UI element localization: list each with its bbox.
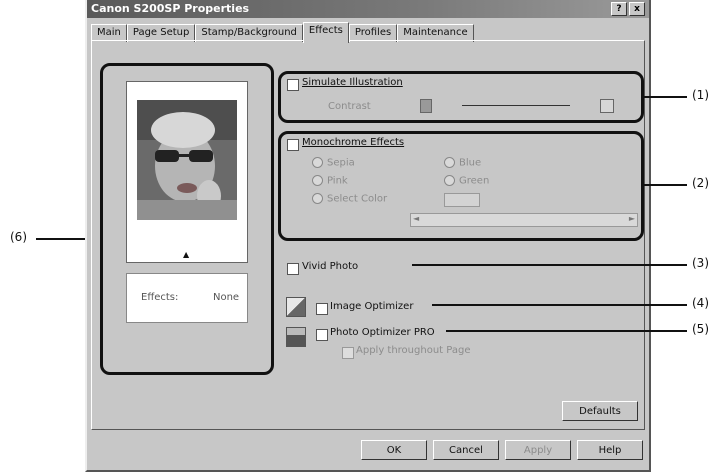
color-swatch xyxy=(444,193,480,207)
simulate-checkbox[interactable] xyxy=(287,79,299,91)
apply-page-checkbox[interactable] xyxy=(342,347,354,359)
optimizer-label: Image Optimizer xyxy=(330,301,414,312)
radio-green[interactable]: Green xyxy=(444,175,489,187)
callout-1-leader xyxy=(641,96,687,98)
monochrome-checkbox[interactable] xyxy=(287,139,299,151)
callout-4-leader xyxy=(432,304,687,306)
preview-caret-icon: ▲ xyxy=(183,250,190,259)
defaults-button[interactable]: Defaults xyxy=(562,401,638,421)
ok-button[interactable]: OK xyxy=(361,440,427,460)
callout-4-label: (4) xyxy=(692,296,709,310)
photo-optimizer-icon xyxy=(286,327,306,347)
tab-strip: Main Page Setup Stamp/Background Effects… xyxy=(91,22,474,43)
title-bar: Canon S200SP Properties ? x xyxy=(87,0,649,18)
cancel-button[interactable]: Cancel xyxy=(433,440,499,460)
callout-2-leader xyxy=(641,184,687,186)
contrast-slider[interactable] xyxy=(462,105,570,106)
callout-5-label: (5) xyxy=(692,322,709,336)
tab-effects[interactable]: Effects xyxy=(302,22,349,43)
effects-panel: ▲ Effects: None Simulate Illustration Co… xyxy=(91,40,645,430)
radio-pink[interactable]: Pink xyxy=(312,175,348,187)
vivid-checkbox[interactable] xyxy=(287,263,299,275)
callout-3-label: (3) xyxy=(692,256,709,270)
apply-button[interactable]: Apply xyxy=(505,440,571,460)
properties-dialog: Canon S200SP Properties ? x Main Page Se… xyxy=(85,0,651,472)
callout-2-label: (2) xyxy=(692,176,709,190)
preview-photo xyxy=(137,100,237,220)
photo-optimizer-checkbox[interactable] xyxy=(316,329,328,341)
monochrome-label: Monochrome Effects xyxy=(302,137,405,148)
effects-value: None xyxy=(213,292,240,303)
optimizer-icon xyxy=(286,297,306,317)
callout-1-label: (1) xyxy=(692,88,709,102)
callout-5-leader xyxy=(446,330,687,332)
callout-3-leader xyxy=(412,264,687,266)
contrast-low-icon xyxy=(420,99,432,113)
preview-card: ▲ xyxy=(126,81,248,263)
window-title: Canon S200SP Properties xyxy=(91,2,250,15)
photo-optimizer-label: Photo Optimizer PRO xyxy=(330,327,435,338)
vivid-label: Vivid Photo xyxy=(302,261,359,272)
color-slider[interactable]: ◄ ► xyxy=(410,213,638,227)
radio-sepia[interactable]: Sepia xyxy=(312,157,355,169)
effects-label: Effects: xyxy=(141,292,179,303)
apply-page-label: Apply throughout Page xyxy=(356,345,471,356)
radio-blue[interactable]: Blue xyxy=(444,157,481,169)
scroll-left-icon[interactable]: ◄ xyxy=(413,214,419,223)
contrast-label: Contrast xyxy=(328,101,371,112)
radio-select-color[interactable]: Select Color xyxy=(312,193,387,205)
preview-effects-box: Effects: None xyxy=(126,273,248,323)
callout-6-label: (6) xyxy=(10,230,27,244)
optimizer-checkbox[interactable] xyxy=(316,303,328,315)
scroll-right-icon[interactable]: ► xyxy=(629,214,635,223)
simulate-label: Simulate Illustration xyxy=(302,77,403,88)
contrast-high-icon xyxy=(600,99,614,113)
help-icon[interactable]: ? xyxy=(611,2,627,16)
close-icon[interactable]: x xyxy=(629,2,645,16)
help-button[interactable]: Help xyxy=(577,440,643,460)
